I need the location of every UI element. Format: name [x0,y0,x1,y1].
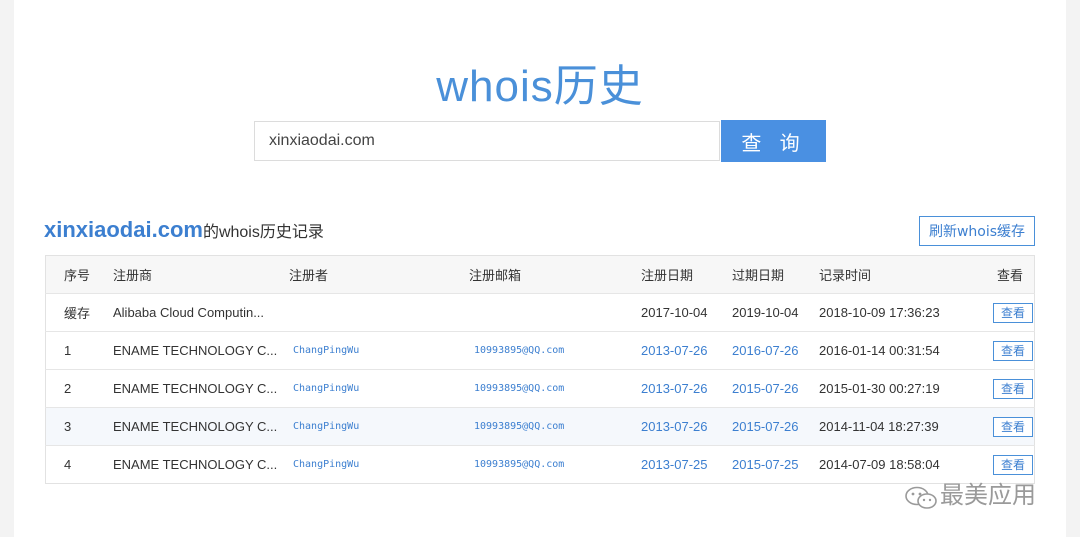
cell-reg-date[interactable]: 2013-07-26 [641,408,732,446]
cell-exp-date[interactable]: 2015-07-25 [732,446,819,484]
cell-email: 10993895@QQ.com [474,421,565,432]
cell-registrar: ENAME TECHNOLOGY C... [113,381,278,396]
cell-no: 1 [64,343,72,358]
header-email: 注册邮箱 [469,268,522,283]
view-button[interactable]: 查看 [993,302,1033,323]
cell-email: 10993895@QQ.com [474,345,565,356]
wechat-icon [904,486,940,509]
cell-registrant [289,294,469,332]
cell-email: 10993895@QQ.com [474,459,565,470]
cell-registrant: ChangPingWu [293,383,360,394]
header-view: 查看 [997,268,1024,283]
page-title: whois历史 [436,62,644,111]
search-field[interactable] [254,121,720,161]
cell-registrant: ChangPingWu [293,345,360,356]
cell-exp-date[interactable]: 2016-07-26 [732,332,819,370]
cell-registrar: ENAME TECHNOLOGY C... [113,343,278,358]
cell-no: 缓存 [64,306,91,321]
cell-no: 3 [64,419,72,434]
cell-reg-date[interactable]: 2013-07-25 [641,446,732,484]
cell-reg-date[interactable]: 2013-07-26 [641,370,732,408]
search-button[interactable]: 查 询 [721,120,826,162]
cell-record-time: 2015-01-30 00:27:19 [819,381,940,396]
header-registrant: 注册者 [289,268,329,283]
cell-record-time: 2016-01-14 00:31:54 [819,343,940,358]
cell-reg-date: 2017-10-04 [641,305,708,320]
cell-email: 10993895@QQ.com [474,383,565,394]
history-heading-suffix: 的whois历史记录 [202,224,324,241]
watermark-text: 最美应用 [940,482,1036,509]
header-no: 序号 [64,268,91,283]
cell-email [469,294,641,332]
table-row: 1 ENAME TECHNOLOGY C... ChangPingWu 1099… [45,331,1035,370]
cell-no: 4 [64,457,72,472]
cell-record-time: 2018-10-09 17:36:23 [819,305,940,320]
refresh-cache-button[interactable]: 刷新whois缓存 [919,216,1035,246]
cell-reg-date[interactable]: 2013-07-26 [641,332,732,370]
history-heading: xinxiaodai.com的whois历史记录 [44,217,324,243]
header-reg-date: 注册日期 [641,268,694,283]
view-button[interactable]: 查看 [993,378,1033,399]
view-button[interactable]: 查看 [993,416,1033,437]
cell-exp-date[interactable]: 2015-07-26 [732,408,819,446]
cell-exp-date: 2019-10-04 [732,305,799,320]
cell-no: 2 [64,381,72,396]
view-button[interactable]: 查看 [993,340,1033,361]
cell-exp-date[interactable]: 2015-07-26 [732,370,819,408]
table-header-row: 序号 注册商 注册者 注册邮箱 注册日期 过期日期 记录时间 查看 [45,255,1035,294]
history-domain: xinxiaodai.com [44,217,203,242]
table-row: 缓存 Alibaba Cloud Computin... 2017-10-04 … [45,293,1035,332]
header-exp-date: 过期日期 [732,268,785,283]
view-button[interactable]: 查看 [993,454,1033,475]
watermark: 最美应用 [904,475,1036,510]
header-registrar: 注册商 [113,268,153,283]
table-row: 2 ENAME TECHNOLOGY C... ChangPingWu 1099… [45,369,1035,408]
page-container: whois历史 查 询 xinxiaodai.com的whois历史记录 刷新w… [14,0,1066,537]
cell-record-time: 2014-11-04 18:27:39 [819,419,939,434]
table-row: 4 ENAME TECHNOLOGY C... ChangPingWu 1099… [45,445,1035,484]
cell-registrant: ChangPingWu [293,421,360,432]
cell-registrar: Alibaba Cloud Computin... [113,305,265,320]
whois-history-table: 序号 注册商 注册者 注册邮箱 注册日期 过期日期 记录时间 查看 缓存 Ali… [45,255,1035,484]
cell-registrant: ChangPingWu [293,459,360,470]
cell-registrar: ENAME TECHNOLOGY C... [113,457,278,472]
table-row: 3 ENAME TECHNOLOGY C... ChangPingWu 1099… [45,407,1035,446]
cell-registrar: ENAME TECHNOLOGY C... [113,419,278,434]
header-record-time: 记录时间 [819,268,872,283]
search-input[interactable] [267,131,711,151]
